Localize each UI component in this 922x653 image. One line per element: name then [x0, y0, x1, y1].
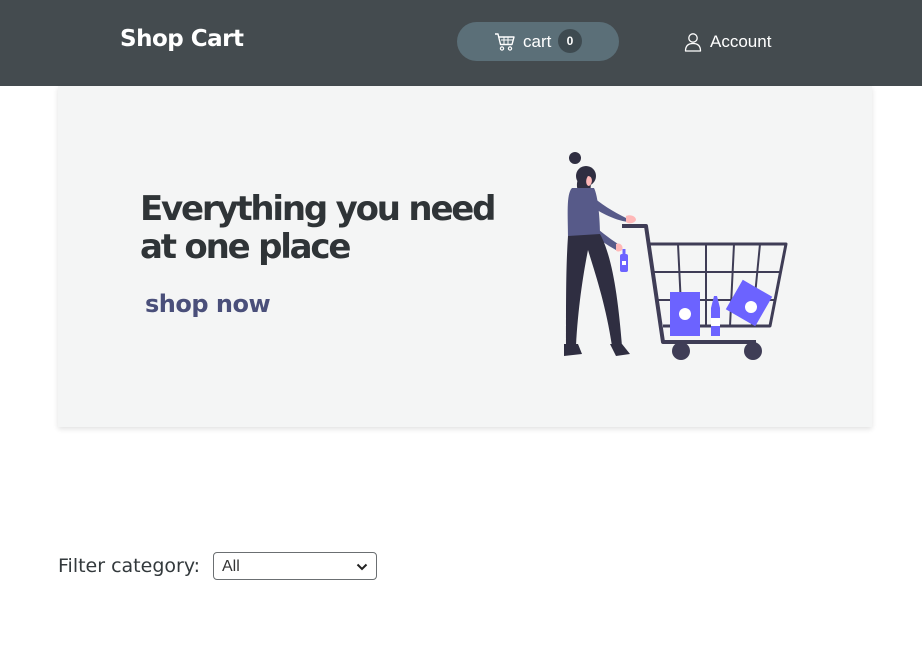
shopping-illustration [564, 152, 788, 360]
category-filter: Filter category: All [58, 552, 377, 580]
account-link[interactable]: Account [684, 30, 771, 54]
cart-button[interactable]: cart [457, 22, 619, 61]
shop-now-link[interactable]: shop now [145, 290, 271, 318]
user-icon [684, 33, 702, 52]
shopping-cart-illustration [622, 224, 788, 360]
select-value: All [222, 558, 240, 575]
cart-label: cart [523, 32, 552, 51]
chevron-down-icon [356, 563, 368, 571]
brand-logo[interactable]: Shop Cart [120, 26, 244, 52]
category-select[interactable]: All [213, 552, 377, 580]
cart-count-badge: 0 [558, 29, 582, 53]
account-label: Account [710, 32, 772, 51]
woman-figure [564, 152, 636, 356]
navbar: Shop Cart cart 0 Account [0, 0, 922, 86]
shopping-cart-icon [495, 33, 515, 51]
hero-title: Everything you need at one place [140, 189, 496, 267]
hero-banner: Everything you need at one place shop no… [58, 86, 872, 427]
filter-label: Filter category: [58, 555, 201, 577]
